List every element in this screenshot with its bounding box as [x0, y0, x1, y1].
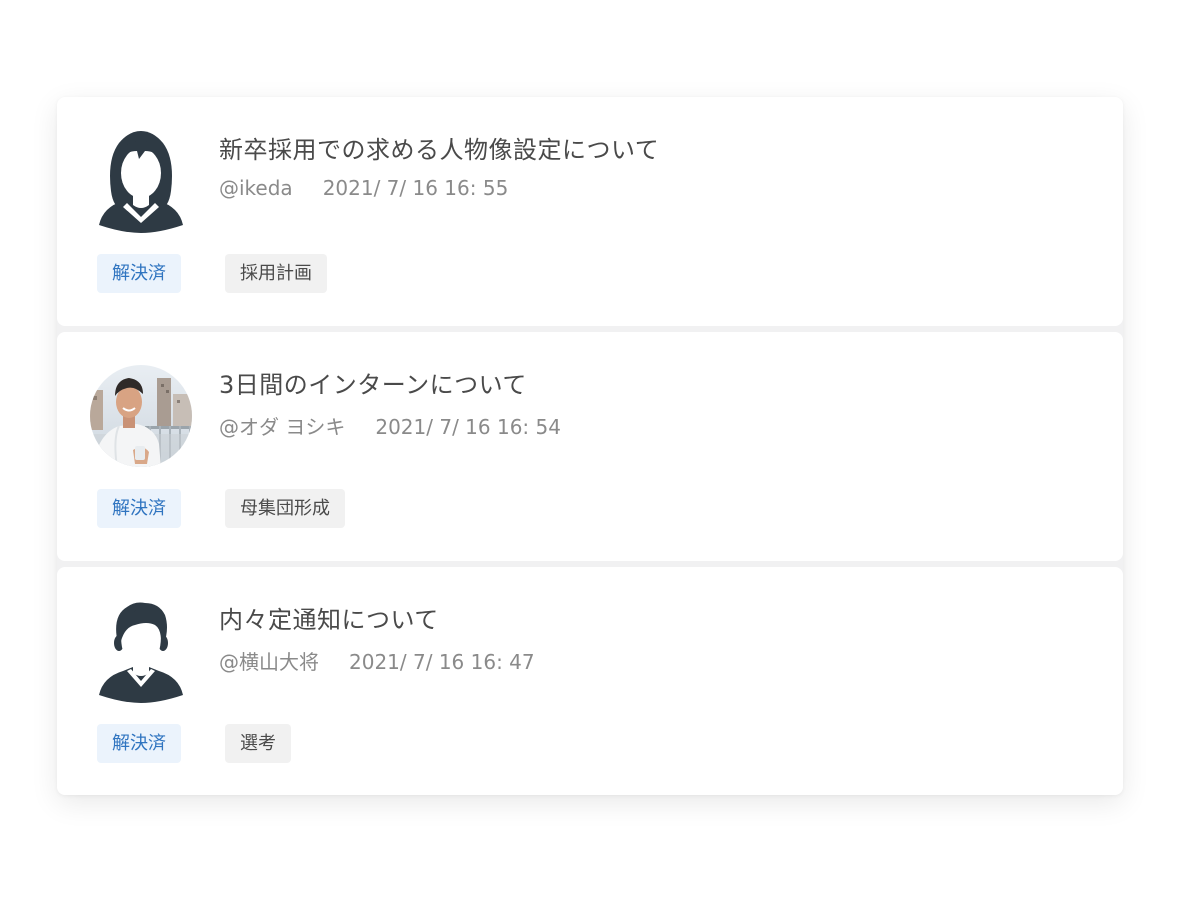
post-card[interactable]: 内々定通知について @横山大将 2021/ 7/ 16 16: 47 解決済 選考 — [57, 567, 1123, 795]
post-meta: @横山大将 2021/ 7/ 16 16: 47 — [219, 646, 535, 675]
post-title[interactable]: 3日間のインターンについて — [219, 365, 527, 400]
post-title[interactable]: 内々定通知について — [219, 600, 439, 635]
post-list: 新卒採用での求める人物像設定について @ikeda 2021/ 7/ 16 16:… — [57, 97, 1123, 795]
post-meta: @ikeda 2021/ 7/ 16 16: 55 — [219, 176, 508, 200]
male-silhouette-icon — [99, 602, 183, 703]
status-badge: 解決済 — [97, 724, 181, 763]
avatar[interactable] — [89, 599, 193, 703]
avatar[interactable] — [89, 364, 193, 468]
status-badge: 解決済 — [97, 489, 181, 528]
category-tag[interactable]: 選考 — [225, 724, 291, 763]
post-datetime: 2021/ 7/ 16 16: 55 — [322, 176, 509, 200]
post-datetime: 2021/ 7/ 16 16: 54 — [375, 415, 561, 439]
user-photo — [90, 365, 192, 467]
category-tag[interactable]: 採用計画 — [225, 254, 327, 293]
author-name[interactable]: @オダ ヨシキ — [219, 415, 345, 439]
status-badge: 解決済 — [97, 254, 181, 293]
post-meta: @オダ ヨシキ 2021/ 7/ 16 16: 54 — [219, 411, 561, 440]
post-card[interactable]: 新卒採用での求める人物像設定について @ikeda 2021/ 7/ 16 16:… — [57, 97, 1123, 326]
category-tag[interactable]: 母集団形成 — [225, 489, 345, 528]
author-name[interactable]: @横山大将 — [219, 650, 319, 674]
female-silhouette-icon — [99, 131, 183, 233]
avatar[interactable] — [89, 129, 193, 233]
author-name[interactable]: @ikeda — [219, 176, 293, 200]
post-card[interactable]: 3日間のインターンについて @オダ ヨシキ 2021/ 7/ 16 16: 54 … — [57, 332, 1123, 561]
post-datetime: 2021/ 7/ 16 16: 47 — [349, 650, 535, 674]
post-title[interactable]: 新卒採用での求める人物像設定について — [219, 130, 659, 165]
